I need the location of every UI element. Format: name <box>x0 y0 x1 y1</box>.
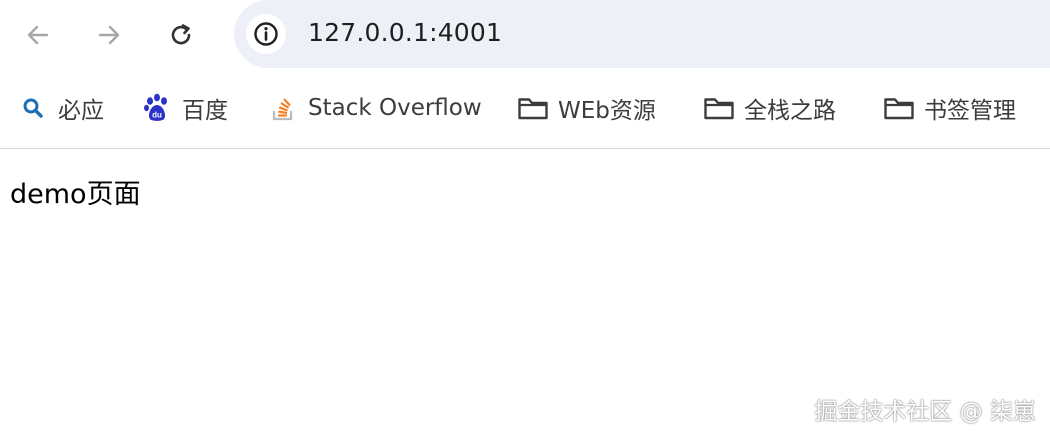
url-text[interactable]: 127.0.0.1:4001 <box>308 18 502 47</box>
bookmark-folder-manager[interactable]: 书签管理 <box>882 92 1016 124</box>
bookmark-label: 全栈之路 <box>744 98 836 124</box>
watermark-text: 掘金技术社区 @ 柒崽 <box>814 399 1036 425</box>
forward-button[interactable] <box>89 15 129 55</box>
bookmark-baidu[interactable]: du 百度 <box>140 92 228 124</box>
bookmark-label: 必应 <box>58 98 104 124</box>
address-bar[interactable]: 127.0.0.1:4001 <box>234 0 1050 68</box>
info-circle-icon <box>254 22 278 46</box>
forward-arrow-icon <box>98 25 120 45</box>
browser-toolbar: 127.0.0.1:4001 <box>0 0 1050 70</box>
folder-icon <box>882 92 916 124</box>
bing-search-icon <box>16 92 50 124</box>
bookmark-stackoverflow[interactable]: Stack Overflow <box>266 92 482 124</box>
back-button[interactable] <box>18 15 58 55</box>
baidu-paw-icon: du <box>140 92 174 124</box>
page-content-text: demo页面 <box>10 179 141 210</box>
folder-icon <box>702 92 736 124</box>
site-info-button[interactable] <box>246 14 286 54</box>
bookmark-label: WEb资源 <box>558 98 656 124</box>
folder-icon <box>516 92 550 124</box>
bookmark-folder-web[interactable]: WEb资源 <box>516 92 656 124</box>
bookmarks-bar: 必应 du 百度 Stack Overflow WEb资源 全栈之路 书签管理 <box>0 70 1050 149</box>
bookmark-label: 百度 <box>182 98 228 124</box>
bookmark-folder-fullstack[interactable]: 全栈之路 <box>702 92 836 124</box>
stackoverflow-icon <box>266 92 300 124</box>
back-arrow-icon <box>27 25 49 45</box>
reload-button[interactable] <box>161 15 201 55</box>
bookmark-label: Stack Overflow <box>308 95 482 121</box>
svg-text:du: du <box>152 111 162 120</box>
bookmark-label: 书签管理 <box>924 98 1016 124</box>
bookmark-bing[interactable]: 必应 <box>16 92 104 124</box>
reload-icon <box>171 24 191 45</box>
